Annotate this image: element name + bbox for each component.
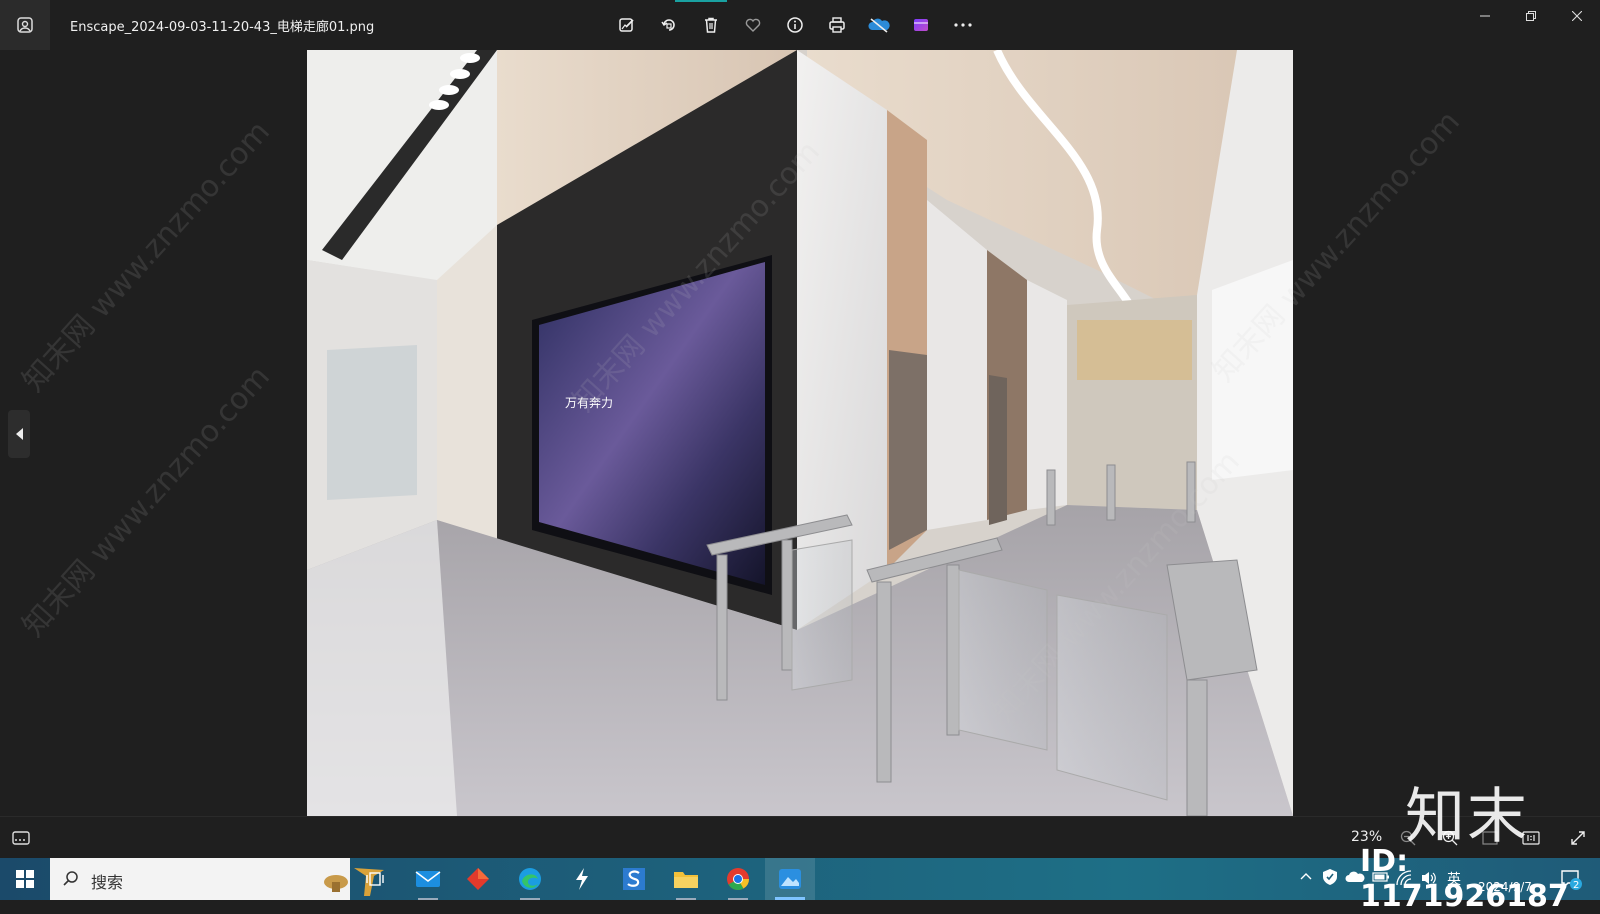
watermark-brand: 知末 — [1405, 782, 1529, 852]
windows-logo-icon — [16, 870, 34, 888]
search-placeholder: 搜索 — [91, 873, 124, 892]
window-controls — [1462, 0, 1600, 32]
info-icon[interactable] — [782, 12, 808, 38]
app-bolt-icon[interactable] — [557, 858, 607, 900]
heart-icon[interactable] — [740, 12, 766, 38]
filmstrip-icon[interactable] — [8, 825, 34, 851]
edit-image-icon[interactable] — [614, 12, 640, 38]
edge-icon[interactable] — [505, 858, 555, 900]
rotate-icon[interactable] — [656, 12, 682, 38]
title-bar: Enscape_2024-09-03-11-20-43_电梯走廊01.png — [0, 0, 1600, 50]
watermark-id: ID: 1171926187 — [1360, 844, 1569, 914]
file-title: Enscape_2024-09-03-11-20-43_电梯走廊01.png — [70, 20, 375, 35]
tray-chevron-icon[interactable] — [1300, 870, 1312, 884]
minimize-icon[interactable] — [1462, 0, 1508, 32]
search-box[interactable]: 搜索 — [50, 858, 384, 900]
watermark-diagonal-2: 知末网 www.znzmo.com — [15, 359, 277, 644]
watermark-diagonal-1: 知末网 www.znzmo.com — [15, 114, 277, 399]
close-icon[interactable] — [1554, 0, 1600, 32]
chrome-icon[interactable] — [713, 858, 763, 900]
toolbar — [614, 12, 976, 38]
clipchamp-icon[interactable] — [908, 12, 934, 38]
delete-icon[interactable] — [698, 12, 724, 38]
app-s-icon[interactable] — [609, 858, 659, 900]
print-icon[interactable] — [824, 12, 850, 38]
file-explorer-icon[interactable] — [661, 858, 711, 900]
caret-left-icon — [16, 428, 23, 440]
restore-icon[interactable] — [1508, 0, 1554, 32]
start-button[interactable] — [0, 858, 50, 900]
active-indicator — [675, 0, 727, 2]
defender-icon[interactable] — [1322, 868, 1338, 889]
onedrive-icon[interactable] — [866, 12, 892, 38]
photos-icon[interactable] — [765, 858, 815, 900]
search-icon — [62, 870, 80, 892]
zoom-level: 23% — [1351, 829, 1383, 845]
previous-image-button[interactable] — [8, 410, 30, 458]
app-red-icon[interactable] — [453, 858, 503, 900]
mail-icon[interactable] — [403, 858, 453, 900]
photos-app-icon[interactable] — [0, 0, 50, 50]
task-view-icon[interactable] — [350, 858, 400, 900]
more-icon[interactable] — [950, 12, 976, 38]
